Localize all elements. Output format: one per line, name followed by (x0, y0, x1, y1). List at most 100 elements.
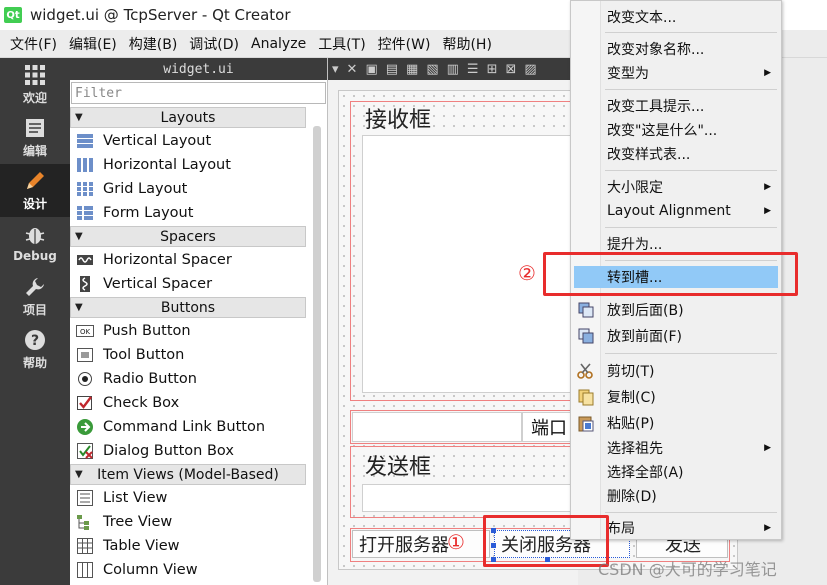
open-server-button[interactable]: 打开服务器 (352, 530, 490, 558)
widget-table-view[interactable]: Table View (70, 534, 306, 558)
menu-change-whats-this[interactable]: 改变"这是什么"... (601, 119, 781, 141)
window-title: widget.ui @ TcpServer - Qt Creator (30, 6, 291, 24)
document-icon (26, 118, 44, 137)
submenu-arrow-icon: ▶ (764, 443, 771, 453)
category-spacers[interactable]: ▼ Spacers (70, 226, 306, 247)
ip-line-edit[interactable] (352, 412, 522, 442)
menu-separator (605, 32, 777, 33)
category-layouts[interactable]: ▼ Layouts (70, 107, 306, 128)
mode-help[interactable]: ? 帮助 (0, 323, 70, 376)
edit-tab-order-icon[interactable]: ▧ (426, 62, 438, 77)
mode-label: 编辑 (22, 143, 47, 158)
menu-paste[interactable]: 粘贴(P) (601, 412, 781, 434)
menu-edit[interactable]: 编辑(E) (63, 34, 123, 54)
menu-layout-alignment[interactable]: Layout Alignment ▶ (601, 200, 781, 222)
submenu-arrow-icon: ▶ (764, 182, 771, 192)
menu-layout[interactable]: 布局 ▶ (601, 517, 781, 539)
menu-select-all[interactable]: 选择全部(A) (601, 461, 781, 483)
layout-horizontal-icon[interactable]: ▥ (447, 62, 459, 77)
menu-debug[interactable]: 调试(D) (183, 34, 245, 54)
menu-copy[interactable]: 复制(C) (601, 386, 781, 408)
mode-selector: 欢迎 编辑 设计 Debug 项目 ? 帮助 (0, 58, 70, 585)
dropdown-arrow-icon[interactable]: ▾ (332, 62, 339, 77)
menu-separator (605, 512, 777, 513)
vertical-layout-icon (75, 132, 95, 150)
widget-tree-view[interactable]: Tree View (70, 510, 306, 534)
menu-send-to-back[interactable]: 放到后面(B) (601, 299, 781, 321)
menu-size-constraints[interactable]: 大小限定 ▶ (601, 176, 781, 198)
layout-vertical-icon[interactable]: ☰ (467, 62, 479, 77)
collapse-arrow-icon: ▼ (75, 469, 83, 480)
widget-box-panel: widget.ui Filter ▼ Layouts Vertical Layou… (70, 58, 328, 585)
layout-split-icon[interactable]: ⊞ (487, 62, 498, 77)
push-button-icon-text: OK (80, 328, 91, 336)
mode-projects[interactable]: 项目 (0, 270, 70, 323)
menu-select-ancestor[interactable]: 选择祖先 ▶ (601, 437, 781, 459)
menu-change-stylesheet[interactable]: 改变样式表... (601, 143, 781, 165)
menu-change-object-name[interactable]: 改变对象名称... (601, 38, 781, 60)
widget-horizontal-spacer[interactable]: Horizontal Spacer (70, 248, 306, 272)
menu-file[interactable]: 文件(F) (4, 34, 63, 54)
category-item-views[interactable]: ▼ Item Views (Model-Based) (70, 464, 306, 485)
paste-icon (577, 414, 595, 432)
bring-to-front-icon (577, 327, 595, 345)
grid-layout-icon (75, 180, 95, 198)
menu-separator (605, 353, 777, 354)
watermark: CSDN @大可的学习笔记 (598, 560, 777, 579)
bug-icon (25, 228, 45, 244)
collapse-arrow-icon: ▼ (75, 302, 83, 313)
widget-push-button[interactable]: OK Push Button (70, 319, 306, 343)
submenu-arrow-icon: ▶ (764, 206, 771, 216)
file-tab[interactable]: widget.ui (70, 58, 327, 80)
mode-label: 欢迎 (22, 90, 47, 105)
widget-list-view[interactable]: List View (70, 486, 306, 510)
menu-change-tooltip[interactable]: 改变工具提示... (601, 95, 781, 117)
menu-help[interactable]: 帮助(H) (436, 34, 497, 54)
widget-form-layout[interactable]: Form Layout (70, 201, 306, 225)
annotation-highlight-close-button (483, 515, 609, 567)
close-icon[interactable]: ✕ (347, 62, 358, 77)
widget-command-link-button[interactable]: Command Link Button (70, 415, 306, 439)
submenu-arrow-icon: ▶ (764, 68, 771, 78)
widget-column-view[interactable]: Column View (70, 558, 306, 582)
menu-morph-into[interactable]: 变型为 ▶ (601, 62, 781, 84)
menu-build[interactable]: 构建(B) (123, 34, 184, 54)
wrench-icon (26, 277, 44, 296)
widget-check-box[interactable]: Check Box (70, 391, 306, 415)
menu-tools[interactable]: 工具(T) (312, 34, 371, 54)
widget-horizontal-layout[interactable]: Horizontal Layout (70, 153, 306, 177)
menu-widgets[interactable]: 控件(W) (372, 34, 437, 54)
adjust-size-icon[interactable]: ▨ (524, 62, 536, 77)
edit-signals-icon[interactable]: ▤ (386, 62, 398, 77)
menu-analyze[interactable]: Analyze (245, 36, 312, 52)
mode-label: Debug (13, 249, 57, 263)
send-to-back-icon (577, 301, 595, 319)
widget-dialog-button-box[interactable]: Dialog Button Box (70, 439, 306, 463)
menu-cut[interactable]: 剪切(T) (601, 360, 781, 382)
menu-change-text[interactable]: 改变文本... (601, 6, 781, 28)
widget-vertical-layout[interactable]: Vertical Layout (70, 129, 306, 153)
layout-grid-icon[interactable]: ⊠ (505, 62, 516, 77)
submenu-arrow-icon: ▶ (764, 523, 771, 533)
widget-tool-button[interactable]: Tool Button (70, 343, 306, 367)
mode-welcome[interactable]: 欢迎 (0, 58, 70, 111)
widget-radio-button[interactable]: Radio Button (70, 367, 306, 391)
edit-widgets-icon[interactable]: ▣ (365, 62, 377, 77)
menu-bring-to-front[interactable]: 放到前面(F) (601, 325, 781, 347)
menu-delete[interactable]: 删除(D) (601, 485, 781, 507)
mode-edit[interactable]: 编辑 (0, 111, 70, 164)
edit-buddies-icon[interactable]: ▦ (406, 62, 418, 77)
widget-box-scrollbar[interactable] (313, 126, 321, 582)
category-buttons[interactable]: ▼ Buttons (70, 297, 306, 318)
check-box-icon (75, 394, 95, 412)
widget-vertical-spacer[interactable]: Vertical Spacer (70, 272, 306, 296)
filter-input[interactable]: Filter (71, 82, 326, 104)
send-group-title: 发送框 (365, 455, 432, 480)
menu-separator (605, 170, 777, 171)
widget-grid-layout[interactable]: Grid Layout (70, 177, 306, 201)
mode-debug[interactable]: Debug (0, 217, 70, 270)
grid-icon (25, 64, 45, 85)
mode-label: 帮助 (22, 355, 47, 370)
horizontal-spacer-icon (75, 251, 95, 269)
mode-design[interactable]: 设计 (0, 164, 70, 217)
